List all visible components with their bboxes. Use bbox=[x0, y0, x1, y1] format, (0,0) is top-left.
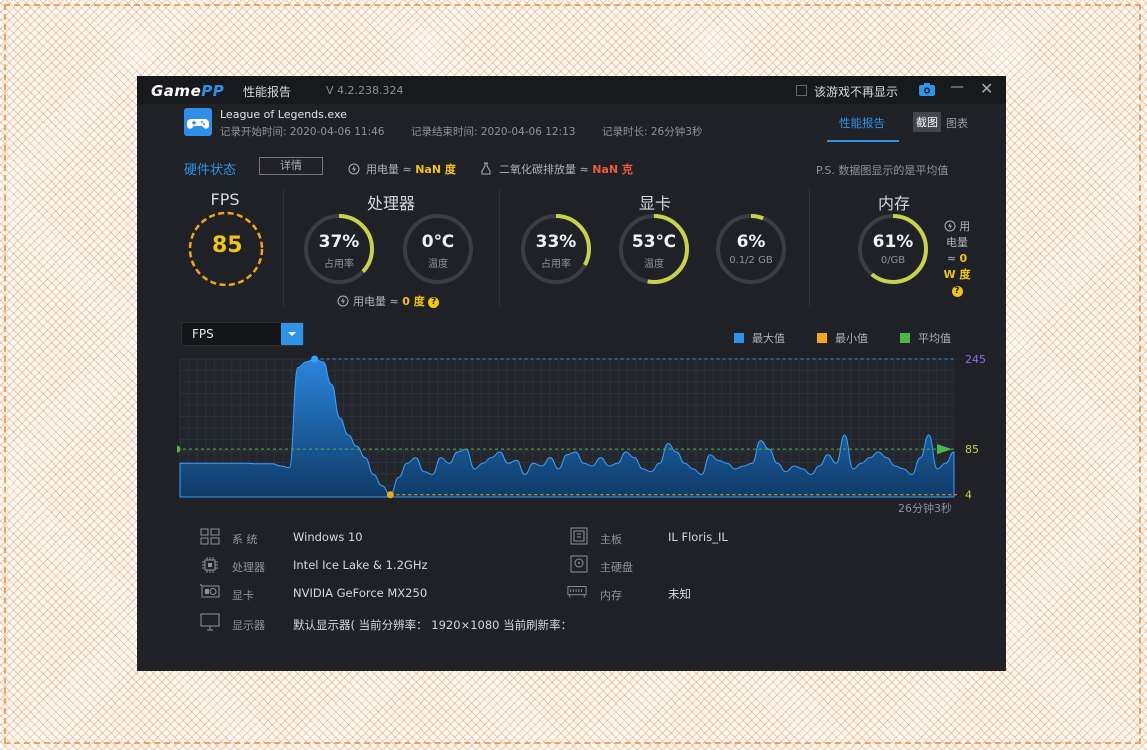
cpu-usage-label: 占用率 bbox=[324, 259, 354, 270]
ps-note: P.S. 数据图显示的是平均值 bbox=[816, 164, 949, 177]
max-point bbox=[311, 355, 319, 363]
divider bbox=[283, 188, 284, 306]
record-end: 记录结束时间: 2020-04-06 12:13 bbox=[411, 126, 576, 138]
title-bar: GamePP 性能报告 V 4.2.238.324 该游戏不再显示 — ✕ bbox=[137, 76, 1006, 104]
gpu-icon bbox=[200, 583, 220, 598]
gpu-temp-label: 温度 bbox=[644, 259, 664, 270]
details-button[interactable]: 详情 bbox=[259, 157, 323, 175]
hardware-status-title: 硬件状态 bbox=[184, 163, 237, 178]
record-start: 记录开始时间: 2020-04-06 11:46 bbox=[220, 126, 385, 138]
cpu-power: 用电量 ≈ 0 度 ? bbox=[337, 293, 440, 309]
display-key: 显示器 bbox=[232, 619, 265, 632]
gpu-temp-value: 53℃ bbox=[631, 232, 677, 252]
record-duration: 记录时长: 26分钟3秒 bbox=[602, 126, 703, 138]
legend-min: 最小值 bbox=[817, 330, 868, 346]
dropdown-button[interactable] bbox=[281, 323, 303, 345]
game-name: League of Legends.exe bbox=[220, 108, 347, 121]
metric-dropdown[interactable]: FPS bbox=[181, 322, 304, 346]
cpu-temp-label: 温度 bbox=[428, 259, 448, 270]
gpu-usage-label: 占用率 bbox=[541, 259, 571, 270]
os-key: 系 统 bbox=[232, 533, 258, 546]
system-icon bbox=[200, 528, 220, 545]
legend-avg: 平均值 bbox=[900, 330, 951, 346]
co2-emission: 二氧化碳排放量 ≈ NaN 克 bbox=[481, 161, 633, 177]
cpu-usage-value: 37% bbox=[318, 232, 360, 252]
minimize-button[interactable]: — bbox=[950, 79, 966, 97]
power-icon bbox=[348, 163, 360, 175]
cpu-key: 处理器 bbox=[232, 561, 265, 574]
memory-icon bbox=[567, 586, 587, 598]
os-value: Windows 10 bbox=[293, 530, 363, 544]
y-label-min: 4 bbox=[965, 489, 972, 502]
monitor-icon bbox=[200, 613, 220, 631]
memory-heading: 内存 bbox=[877, 194, 910, 213]
no-show-label[interactable]: 该游戏不再显示 bbox=[814, 83, 898, 100]
gamepp-window: GamePP 性能报告 V 4.2.238.324 该游戏不再显示 — ✕ Le… bbox=[137, 76, 1006, 671]
motherboard-value: IL Floris_IL bbox=[668, 530, 728, 544]
legend-swatch-min bbox=[817, 333, 827, 343]
min-point bbox=[386, 491, 394, 499]
y-label-avg: 85 bbox=[965, 443, 979, 456]
motherboard-key: 主板 bbox=[600, 533, 622, 546]
dropdown-value: FPS bbox=[192, 327, 214, 341]
cpu-value: Intel Ice Lake & 1.2GHz bbox=[293, 558, 428, 572]
no-show-checkbox[interactable] bbox=[796, 85, 807, 96]
cpu-heading: 处理器 bbox=[366, 194, 415, 213]
power-icon bbox=[944, 220, 956, 232]
hard-disk-key: 主硬盘 bbox=[600, 561, 633, 574]
fps-value: 85 bbox=[212, 233, 243, 258]
game-icon bbox=[184, 108, 212, 136]
gpu-vram-value: 6% bbox=[736, 232, 766, 252]
legend-max: 最大值 bbox=[734, 330, 785, 346]
divider bbox=[809, 188, 810, 306]
fps-chart: 245 85 4 26分钟3秒 bbox=[177, 353, 986, 515]
fps-heading: FPS bbox=[210, 190, 240, 209]
help-icon[interactable]: ? bbox=[428, 296, 440, 308]
active-tab-indicator bbox=[827, 140, 899, 142]
gamepp-logo: GamePP bbox=[151, 82, 225, 100]
memory-value: 未知 bbox=[668, 587, 691, 601]
memory-power: 用 电量 ≈ 0 W 度 ? bbox=[943, 220, 971, 297]
gpu-vram-label: 0.1/2 GB bbox=[729, 255, 773, 266]
cpu-icon bbox=[202, 557, 218, 573]
gpu-heading: 显卡 bbox=[638, 194, 671, 213]
camera-icon[interactable] bbox=[919, 83, 935, 96]
cpu-temp-value: 0℃ bbox=[421, 232, 455, 252]
gpu-key: 显卡 bbox=[232, 589, 254, 602]
version-label: V 4.2.238.324 bbox=[326, 84, 404, 97]
motherboard-icon bbox=[570, 527, 588, 545]
hard-disk-icon bbox=[570, 555, 588, 573]
close-button[interactable]: ✕ bbox=[980, 79, 996, 98]
display-value: 默认显示器( 当前分辨率： 1920×1080 当前刷新率： 6( bbox=[293, 618, 567, 632]
legend-swatch-avg bbox=[900, 333, 910, 343]
power-icon bbox=[337, 295, 349, 307]
chevron-down-icon bbox=[288, 332, 296, 336]
help-icon[interactable]: ? bbox=[951, 285, 963, 297]
window-title: 性能报告 bbox=[243, 85, 292, 99]
power-usage: 用电量 ≈ NaN 度 bbox=[348, 161, 456, 177]
tab-performance-report[interactable]: 性能报告 bbox=[839, 115, 885, 131]
gpu-value: NVIDIA GeForce MX250 bbox=[293, 586, 428, 600]
memory-usage-value: 61% bbox=[872, 232, 914, 252]
memory-usage-label: 0/GB bbox=[880, 255, 906, 266]
tab-screenshot[interactable]: 截图 bbox=[913, 112, 941, 132]
tab-chart[interactable]: 图表 bbox=[946, 115, 968, 131]
memory-key: 内存 bbox=[600, 589, 622, 602]
gpu-usage-value: 33% bbox=[535, 232, 577, 252]
legend-swatch-max bbox=[734, 333, 744, 343]
divider bbox=[499, 188, 500, 306]
x-end-label: 26分钟3秒 bbox=[898, 501, 952, 515]
y-label-max: 245 bbox=[965, 353, 986, 366]
co2-icon bbox=[481, 162, 491, 175]
